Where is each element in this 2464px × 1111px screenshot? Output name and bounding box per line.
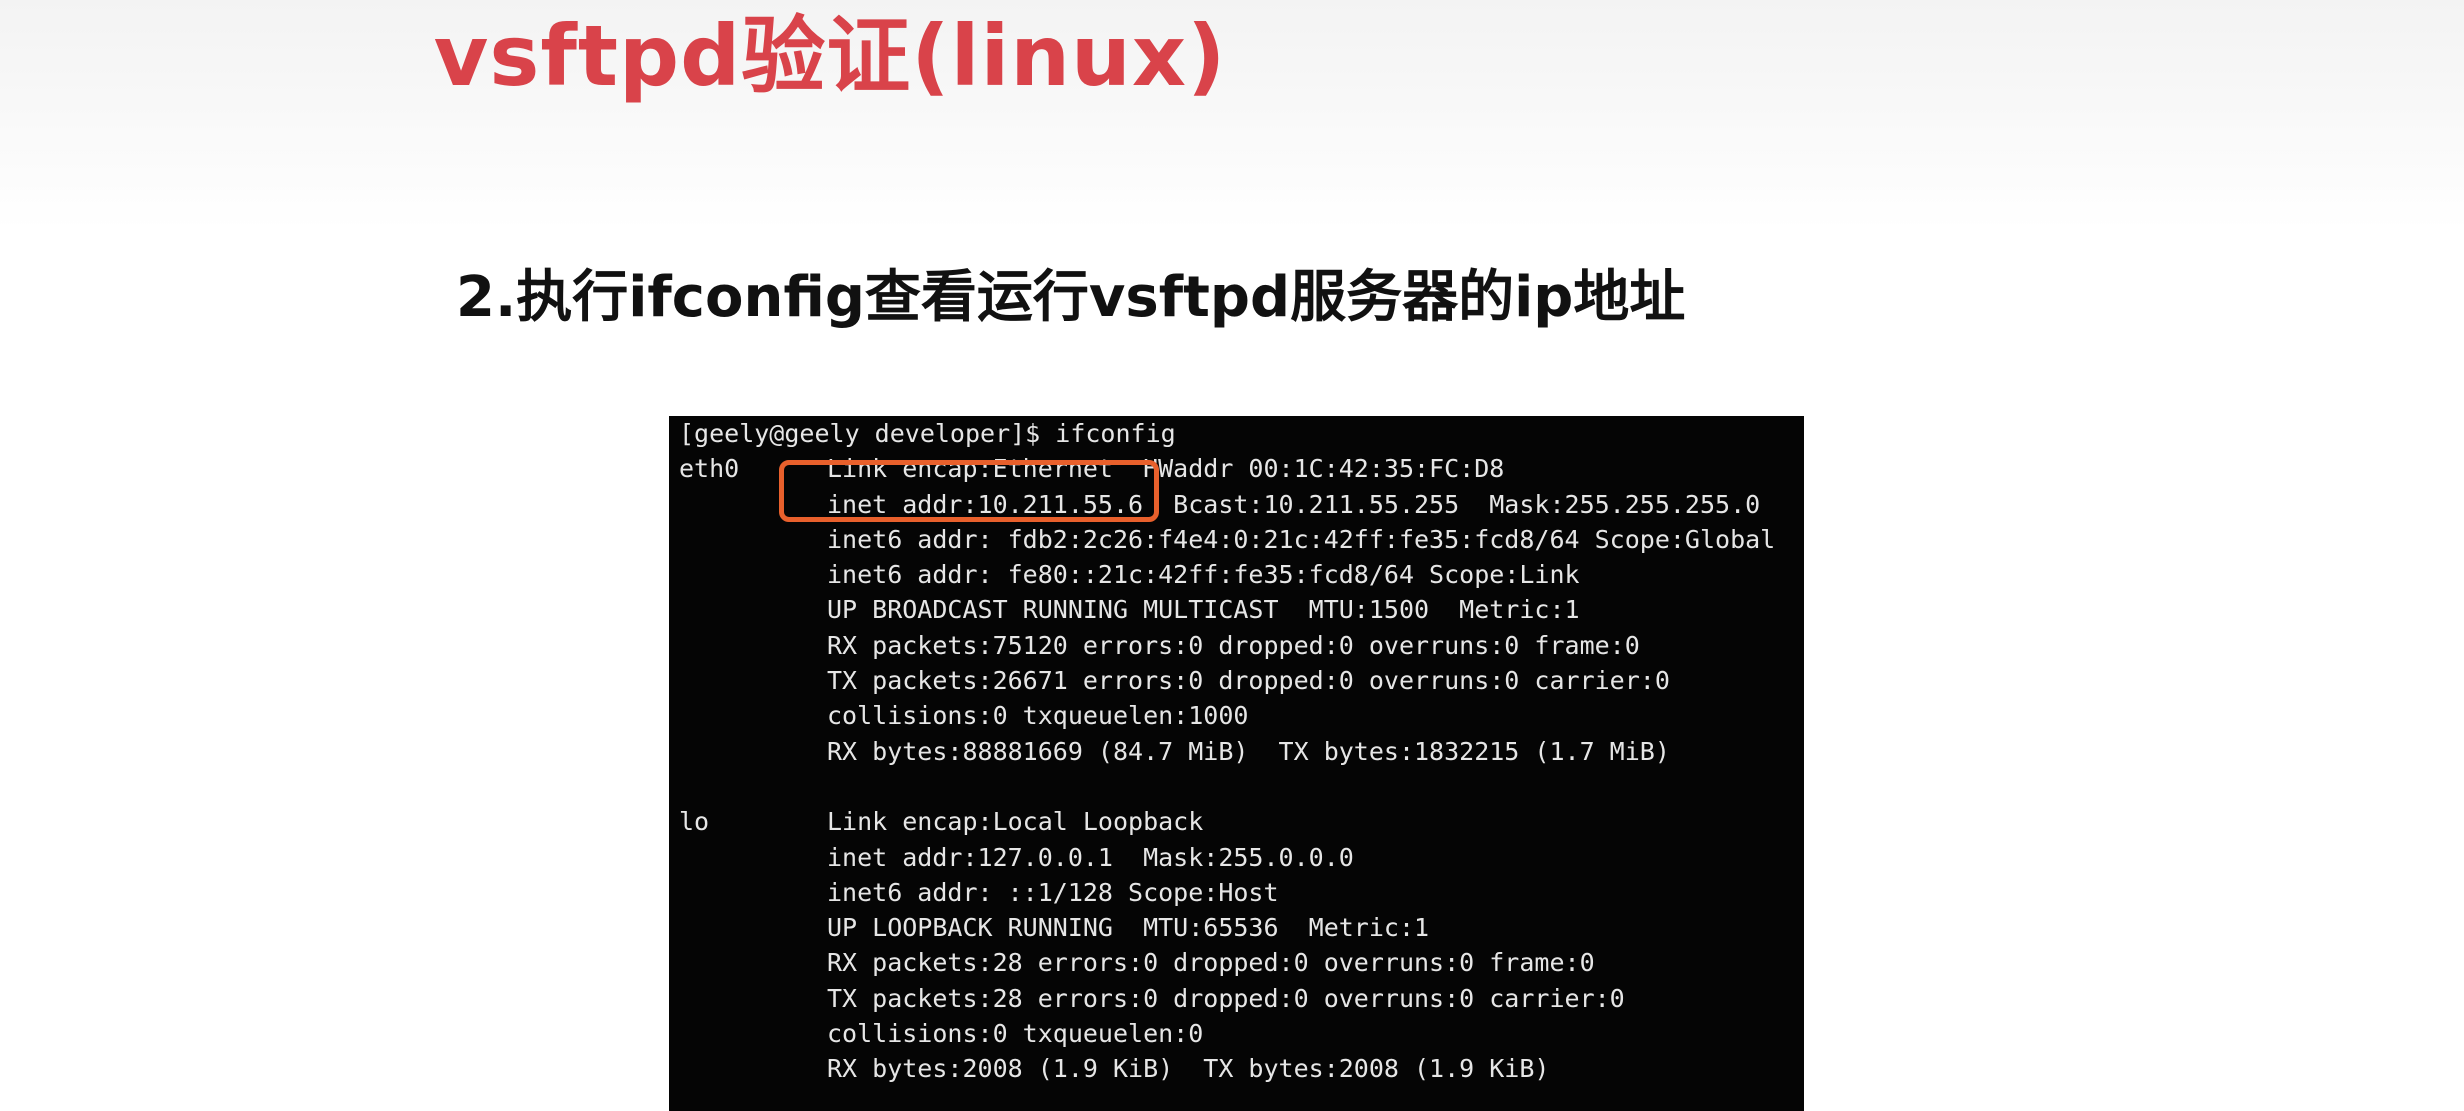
eth0-line: RX bytes:88881669 (84.7 MiB) TX bytes:18… bbox=[827, 736, 1670, 766]
terminal-line: collisions:0 txqueuelen:1000 bbox=[679, 698, 1775, 733]
lo-line: Link encap:Local Loopback bbox=[827, 807, 1204, 837]
lo-line: inet6 addr: ::1/128 Scope:Host bbox=[827, 877, 1279, 907]
lo-line: UP LOOPBACK RUNNING MTU:65536 Metric:1 bbox=[827, 913, 1430, 943]
terminal-line: TX packets:28 errors:0 dropped:0 overrun… bbox=[679, 981, 1775, 1016]
terminal-line: TX packets:26671 errors:0 dropped:0 over… bbox=[679, 663, 1775, 698]
terminal-line: inet6 addr: ::1/128 Scope:Host bbox=[679, 875, 1775, 910]
terminal-line: RX packets:28 errors:0 dropped:0 overrun… bbox=[679, 945, 1775, 980]
slide-subtitle: 2.执行ifconfig查看运行vsftpd服务器的ip地址 bbox=[456, 265, 1686, 330]
eth0-line: inet6 addr: fdb2:2c26:f4e4:0:21c:42ff:fe… bbox=[827, 524, 1776, 554]
eth0-line: RX packets:75120 errors:0 dropped:0 over… bbox=[827, 630, 1640, 660]
interface-name-lo: lo bbox=[679, 807, 710, 837]
lo-line: RX bytes:2008 (1.9 KiB) TX bytes:2008 (1… bbox=[827, 1054, 1550, 1084]
eth0-line: collisions:0 txqueuelen:1000 bbox=[827, 701, 1249, 731]
lo-line: collisions:0 txqueuelen:0 bbox=[827, 1019, 1204, 1049]
terminal-prompt-line: [geely@geely developer]$ ifconfig bbox=[679, 419, 1176, 448]
lo-line: TX packets:28 errors:0 dropped:0 overrun… bbox=[827, 983, 1625, 1013]
terminal-line: inet addr:127.0.0.1 Mask:255.0.0.0 bbox=[679, 840, 1775, 875]
lo-line: inet addr:127.0.0.1 Mask:255.0.0.0 bbox=[827, 842, 1354, 872]
terminal-line: collisions:0 txqueuelen:0 bbox=[679, 1016, 1775, 1051]
slide-title: vsftpd验证(linux) bbox=[433, 7, 1227, 105]
terminal-line: RX bytes:2008 (1.9 KiB) TX bytes:2008 (1… bbox=[679, 1051, 1775, 1086]
terminal-line: RX bytes:88881669 (84.7 MiB) TX bytes:18… bbox=[679, 734, 1775, 769]
ip-address-highlight-box bbox=[779, 460, 1159, 522]
lo-line: RX packets:28 errors:0 dropped:0 overrun… bbox=[827, 948, 1595, 978]
eth0-line: inet6 addr: fe80::21c:42ff:fe35:fcd8/64 … bbox=[827, 560, 1580, 590]
eth0-line: TX packets:26671 errors:0 dropped:0 over… bbox=[827, 666, 1670, 696]
terminal-line: UP LOOPBACK RUNNING MTU:65536 Metric:1 bbox=[679, 910, 1775, 945]
terminal-line: inet6 addr: fe80::21c:42ff:fe35:fcd8/64 … bbox=[679, 557, 1775, 592]
terminal-line: RX packets:75120 errors:0 dropped:0 over… bbox=[679, 628, 1775, 663]
terminal-line: inet6 addr: fdb2:2c26:f4e4:0:21c:42ff:fe… bbox=[679, 522, 1775, 557]
terminal-line: lo Link encap:Local Loopback bbox=[679, 804, 1775, 839]
eth0-line: UP BROADCAST RUNNING MULTICAST MTU:1500 … bbox=[827, 595, 1580, 625]
terminal-line: UP BROADCAST RUNNING MULTICAST MTU:1500 … bbox=[679, 592, 1775, 627]
slide: vsftpd验证(linux) 2.执行ifconfig查看运行vsftpd服务… bbox=[0, 0, 2464, 1111]
